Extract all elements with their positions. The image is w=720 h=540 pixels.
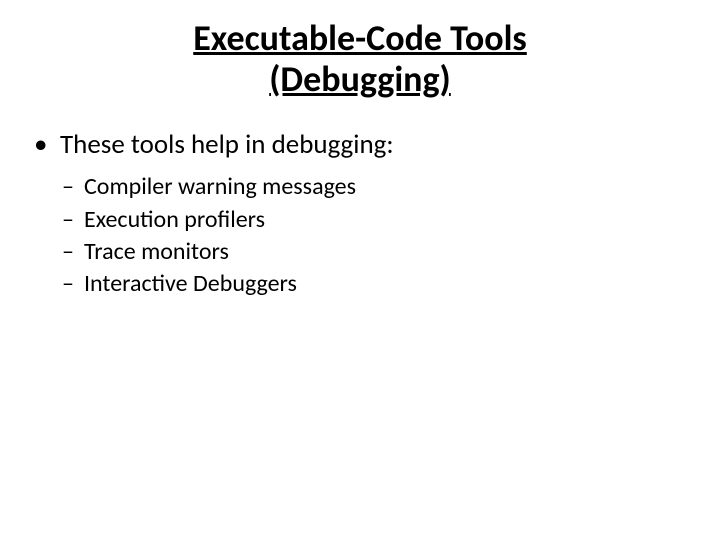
slide: Executable-Code Tools (Debugging) These … — [0, 0, 720, 540]
bullet-text: These tools help in debugging: — [60, 128, 394, 161]
slide-content: These tools help in debugging: Compiler … — [0, 129, 720, 301]
sub-bullet-text: Execution profilers — [84, 205, 265, 234]
sub-bullet-text: Compiler warning messages — [84, 172, 356, 201]
sub-bullet: Trace monitors — [62, 236, 680, 268]
sub-bullet: Execution profilers — [62, 204, 680, 236]
sub-bullet-text: Interactive Debuggers — [84, 269, 297, 298]
sub-bullet-text: Trace monitors — [84, 237, 229, 266]
sub-bullet: Compiler warning messages — [62, 171, 680, 203]
bullet-level-1: These tools help in debugging: — [34, 129, 680, 161]
slide-title: Executable-Code Tools (Debugging) — [40, 18, 680, 101]
sub-bullets: Compiler warning messages Execution prof… — [34, 171, 680, 301]
title-line-1: Executable-Code Tools — [193, 16, 527, 60]
sub-bullet: Interactive Debuggers — [62, 268, 680, 300]
title-line-2: (Debugging) — [269, 57, 451, 101]
